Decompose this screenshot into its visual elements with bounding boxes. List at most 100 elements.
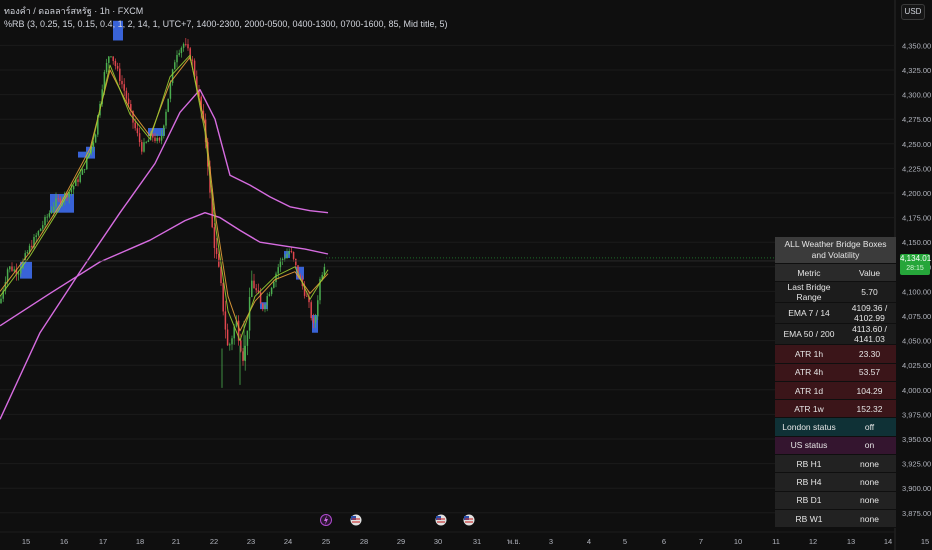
- candle-body: [218, 253, 220, 267]
- x-tick-label: 15: [22, 537, 30, 546]
- metric-label: ATR 1d: [775, 381, 843, 401]
- x-tick-label: 15: [921, 537, 929, 546]
- us-flag-icon[interactable]: [435, 514, 447, 526]
- stats-row: ATR 1w 152.32: [775, 399, 896, 419]
- y-tick-label: 4,250.00: [902, 140, 931, 149]
- candle-body: [0, 298, 2, 304]
- x-tick-label: 11: [772, 537, 780, 546]
- stats-header-row: Metric Value: [775, 263, 896, 283]
- candle-body: [222, 283, 224, 312]
- y-tick-label: 4,075.00: [902, 312, 931, 321]
- metric-header: Metric: [775, 263, 843, 283]
- us-flag-icon[interactable]: [463, 514, 475, 526]
- candle-body: [165, 111, 167, 126]
- candle-body: [246, 330, 249, 346]
- stats-title-line-1: ALL Weather Bridge Boxes: [784, 239, 887, 249]
- stats-row: ATR 4h 53.57: [775, 363, 896, 382]
- candle-body: [26, 252, 29, 254]
- stats-table: ALL Weather Bridge Boxes and Volatility …: [775, 237, 896, 529]
- x-tick-label: 22: [210, 537, 218, 546]
- x-tick-label: 10: [734, 537, 742, 546]
- candle-body: [253, 280, 255, 289]
- candle-body: [176, 54, 178, 63]
- y-tick-label: 4,025.00: [902, 361, 931, 370]
- candle-body: [50, 210, 53, 214]
- candle-body: [314, 316, 317, 323]
- candle-body: [224, 311, 227, 330]
- candle-body: [312, 318, 315, 323]
- candle-body: [127, 98, 130, 105]
- x-tick-label: 13: [847, 537, 855, 546]
- candle-body: [70, 189, 73, 193]
- candle-body: [295, 258, 297, 266]
- candle-body: [92, 142, 95, 147]
- candle-body: [13, 269, 15, 271]
- stats-row: EMA 50 / 200 4113.60 / 4141.03: [775, 323, 896, 346]
- candle-body: [138, 133, 141, 143]
- candle-body: [55, 198, 57, 207]
- currency-button[interactable]: USD: [901, 4, 925, 20]
- x-tick-label: 12: [809, 537, 817, 546]
- y-tick-label: 4,150.00: [902, 238, 931, 247]
- indicator-title[interactable]: %RB (3, 0.25, 15, 0.15, 0.4, 1, 2, 14, 1…: [4, 19, 448, 29]
- candle-body: [42, 225, 44, 229]
- candle-body: [119, 68, 121, 82]
- y-tick-label: 4,050.00: [902, 337, 931, 346]
- candle-body: [37, 231, 40, 236]
- candle-body: [266, 296, 268, 306]
- candle-body: [59, 198, 62, 203]
- x-tick-label: 24: [284, 537, 292, 546]
- y-tick-label: 3,875.00: [902, 509, 931, 518]
- candle-body: [244, 345, 246, 362]
- candle-body: [77, 179, 79, 182]
- candle-body: [264, 305, 266, 310]
- candle-body: [39, 228, 42, 232]
- x-tick-label: 25: [322, 537, 330, 546]
- candle-body: [275, 273, 277, 283]
- metric-value: 5.70: [843, 281, 896, 304]
- candle-body: [83, 169, 86, 170]
- symbol-title: ทองคำ / ดอลลาร์สหรัฐ · 1h · FXCM: [4, 6, 144, 16]
- lightning-icon[interactable]: [320, 514, 332, 526]
- candle-body: [288, 251, 290, 254]
- y-tick-label: 4,100.00: [902, 287, 931, 296]
- candle-body: [226, 329, 229, 346]
- stats-row: ATR 1d 104.29: [775, 381, 896, 401]
- candle-body: [48, 213, 51, 217]
- candle-body: [178, 53, 180, 55]
- candle-body: [125, 90, 128, 99]
- stats-row: EMA 7 / 14 4109.36 / 4102.99: [775, 302, 896, 325]
- candle-body: [46, 216, 48, 218]
- stats-row: RB D1 none: [775, 491, 896, 510]
- metric-value: off: [843, 417, 896, 437]
- x-tick-label: 30: [434, 537, 442, 546]
- metric-label: ATR 4h: [775, 363, 843, 382]
- candle-body: [123, 84, 125, 91]
- candle-body: [174, 62, 176, 70]
- candle-body: [180, 47, 183, 54]
- metric-value: 4113.60 / 4141.03: [843, 323, 896, 346]
- candle-body: [141, 142, 143, 152]
- x-tick-label: 4: [587, 537, 591, 546]
- x-tick-label: 21: [172, 537, 180, 546]
- y-tick-label: 4,350.00: [902, 41, 931, 50]
- candle-body: [35, 235, 37, 238]
- candle-body: [11, 266, 13, 271]
- candle-body: [72, 185, 75, 190]
- x-tick-label: 7: [699, 537, 703, 546]
- y-tick-label: 4,000.00: [902, 386, 931, 395]
- candle-body: [215, 248, 218, 254]
- bridge-box: [78, 151, 86, 158]
- metric-label: EMA 50 / 200: [775, 323, 843, 346]
- us-flag-icon[interactable]: [350, 514, 362, 526]
- moving-average-line: [0, 56, 329, 332]
- candle-body: [171, 69, 174, 84]
- candle-body: [110, 56, 112, 58]
- candle-body: [242, 351, 244, 362]
- x-tick-label: พ.ย.: [507, 537, 521, 546]
- candle-body: [121, 81, 123, 85]
- candle-body: [94, 134, 97, 143]
- candle-body: [9, 266, 11, 270]
- candle-body: [145, 141, 147, 143]
- metric-value: 53.57: [843, 363, 896, 382]
